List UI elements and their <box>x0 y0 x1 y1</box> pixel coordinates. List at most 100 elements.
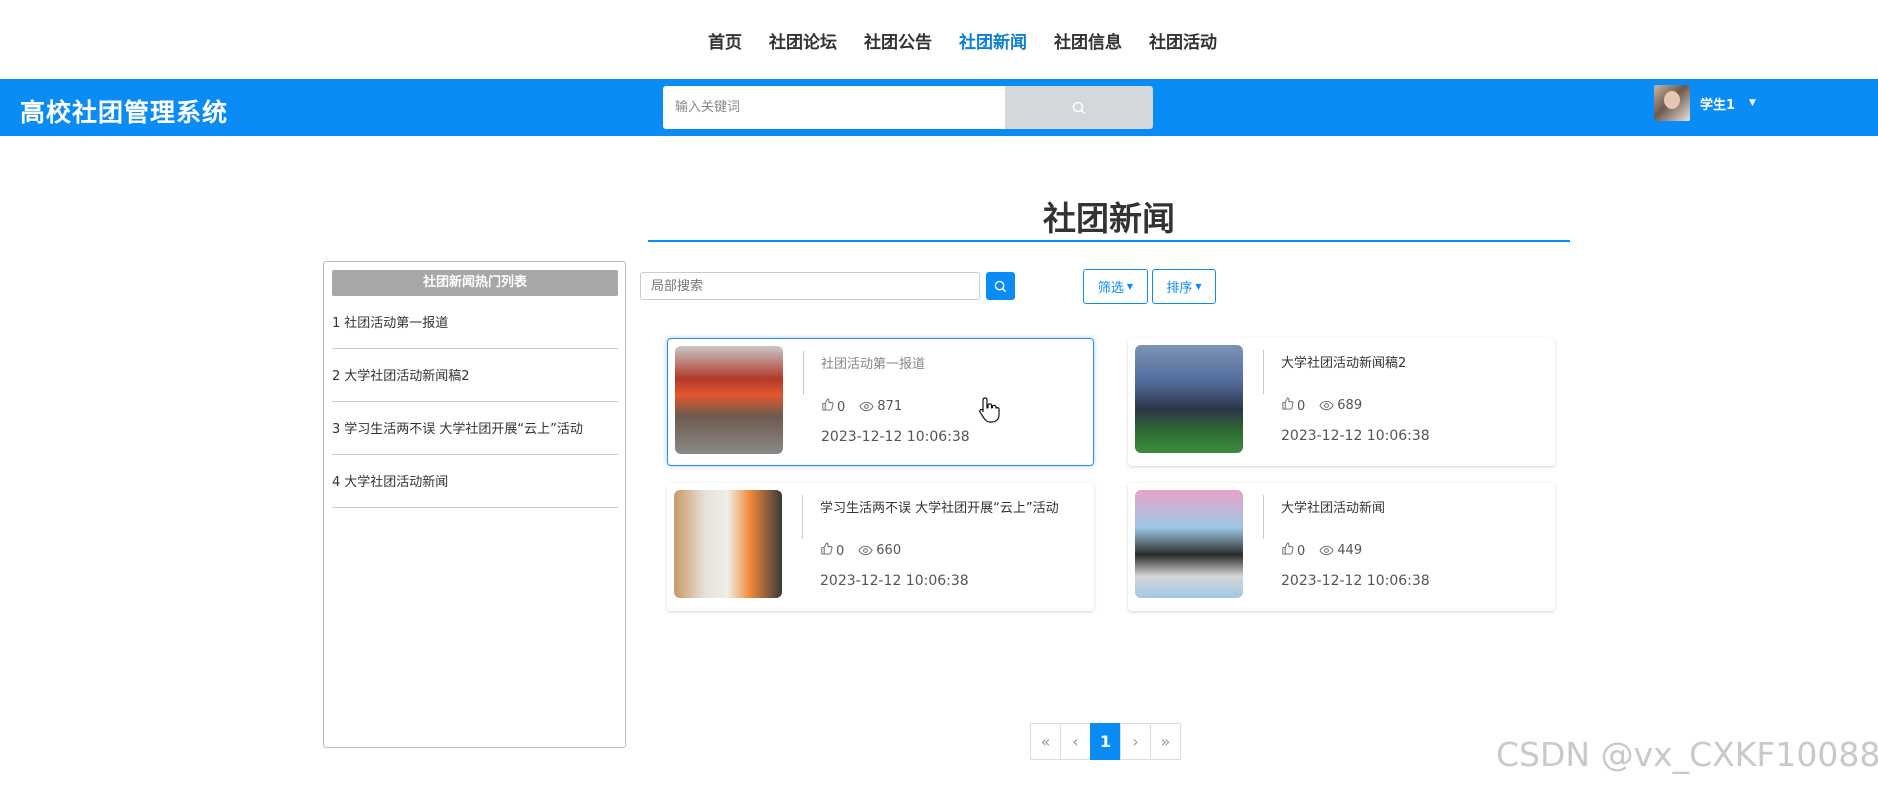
local-search-button[interactable] <box>986 272 1015 300</box>
like-count: 0 <box>1297 399 1306 414</box>
nav-item-news[interactable]: 社团新闻 <box>959 28 1027 53</box>
news-stats: 0 871 <box>821 398 902 415</box>
thumbs-up-icon <box>821 542 833 555</box>
like-count: 0 <box>836 544 845 559</box>
news-card[interactable]: 学习生活两不误 大学社团开展“云上”活动 0 660 2023-12-12 10… <box>667 483 1094 611</box>
hand-cursor-icon <box>979 397 1000 423</box>
nav-item-home[interactable]: 首页 <box>708 28 742 53</box>
views: 871 <box>859 399 902 414</box>
news-title[interactable]: 大学社团活动新闻 <box>1281 497 1385 516</box>
nav-item-club-info[interactable]: 社团信息 <box>1054 28 1122 53</box>
last-page-button[interactable]: » <box>1150 723 1181 760</box>
view-count: 689 <box>1337 398 1363 413</box>
title-underline <box>648 240 1570 242</box>
divider <box>1263 495 1264 539</box>
eye-icon <box>1319 545 1334 556</box>
likes[interactable]: 0 <box>1281 397 1305 414</box>
news-stats: 0 449 <box>1281 542 1362 559</box>
nav-item-announcements[interactable]: 社团公告 <box>864 28 932 53</box>
nav-item-forum[interactable]: 社团论坛 <box>769 28 837 53</box>
news-title[interactable]: 社团活动第一报道 <box>821 353 925 372</box>
thumbs-up-icon <box>822 398 834 411</box>
divider <box>1263 350 1264 394</box>
news-date: 2023-12-12 10:06:38 <box>820 573 969 589</box>
sort-dropdown[interactable]: 排序 ▼ <box>1152 269 1216 304</box>
news-title[interactable]: 大学社团活动新闻稿2 <box>1281 352 1406 371</box>
likes[interactable]: 0 <box>1281 542 1305 559</box>
filter-label: 筛选 <box>1097 281 1124 296</box>
search-icon <box>994 280 1007 292</box>
news-thumbnail[interactable] <box>675 346 783 454</box>
first-page-button[interactable]: « <box>1030 723 1061 760</box>
view-count: 871 <box>877 399 903 414</box>
list-item-number: 2 <box>332 369 341 384</box>
watermark: CSDN @vx_CXKF10088 <box>1496 735 1878 774</box>
top-navigation: 首页 社团论坛 社团公告 社团新闻 社团信息 社团活动 <box>0 0 1878 79</box>
thumbs-up-icon <box>1282 397 1294 410</box>
like-count: 0 <box>837 400 846 415</box>
eye-icon <box>858 545 873 556</box>
global-search-button[interactable] <box>1005 86 1153 129</box>
view-count: 449 <box>1337 543 1363 558</box>
list-item[interactable]: 2 大学社团活动新闻稿2 <box>332 349 618 402</box>
divider <box>802 495 803 539</box>
views: 660 <box>858 543 901 558</box>
divider <box>803 351 804 395</box>
news-date: 2023-12-12 10:06:38 <box>1281 428 1430 444</box>
caret-down-icon: ▼ <box>1126 282 1134 291</box>
thumbs-up-icon <box>1282 542 1294 555</box>
list-item-text: 大学社团活动新闻稿2 <box>344 369 470 384</box>
list-item[interactable]: 4 大学社团活动新闻 <box>332 455 618 508</box>
news-card[interactable]: 社团活动第一报道 0 871 2023-12-12 10:06:38 <box>667 338 1094 466</box>
local-search-input[interactable] <box>640 272 980 300</box>
site-brand[interactable]: 高校社团管理系统 <box>20 93 228 129</box>
news-title[interactable]: 学习生活两不误 大学社团开展“云上”活动 <box>820 497 1059 516</box>
filter-dropdown[interactable]: 筛选 ▼ <box>1083 269 1148 304</box>
list-item-text: 学习生活两不误 大学社团开展“云上”活动 <box>344 422 583 437</box>
avatar <box>1654 85 1690 121</box>
view-count: 660 <box>876 543 902 558</box>
nav-item-activities[interactable]: 社团活动 <box>1149 28 1217 53</box>
likes[interactable]: 0 <box>821 398 845 415</box>
next-page-button[interactable]: › <box>1120 723 1151 760</box>
news-card[interactable]: 大学社团活动新闻稿2 0 689 2023-12-12 10:06:38 <box>1128 338 1555 466</box>
prev-page-button[interactable]: ‹ <box>1060 723 1091 760</box>
news-stats: 0 689 <box>1281 397 1362 414</box>
page-title: 社团新闻 <box>1043 199 1175 238</box>
news-thumbnail[interactable] <box>674 490 782 598</box>
eye-icon <box>859 401 874 412</box>
hot-news-sidebar: 社团新闻热门列表 1 社团活动第一报道 2 大学社团活动新闻稿2 3 学习生活两不误 … <box>323 261 626 748</box>
user-name: 学生1 <box>1700 97 1736 113</box>
news-card[interactable]: 大学社团活动新闻 0 449 2023-12-12 10:06:38 <box>1128 483 1555 611</box>
list-item[interactable]: 1 社团活动第一报道 <box>332 296 618 349</box>
list-item-text: 社团活动第一报道 <box>344 316 449 331</box>
current-page-button[interactable]: 1 <box>1090 723 1121 760</box>
search-icon <box>1072 101 1086 114</box>
sidebar-heading: 社团新闻热门列表 <box>332 270 618 296</box>
list-item-text: 大学社团活动新闻 <box>344 475 449 490</box>
list-item-number: 4 <box>332 475 341 490</box>
news-date: 2023-12-12 10:06:38 <box>1281 573 1430 589</box>
eye-icon <box>1319 400 1334 411</box>
views: 689 <box>1319 398 1362 413</box>
list-item-number: 1 <box>332 316 341 331</box>
views: 449 <box>1319 543 1362 558</box>
list-item[interactable]: 3 学习生活两不误 大学社团开展“云上”活动 <box>332 402 618 455</box>
news-stats: 0 660 <box>820 542 901 559</box>
news-thumbnail[interactable] <box>1135 490 1243 598</box>
hot-news-list: 1 社团活动第一报道 2 大学社团活动新闻稿2 3 学习生活两不误 大学社团开展“云上… <box>332 296 618 508</box>
global-search <box>663 86 1153 129</box>
nav-links: 首页 社团论坛 社团公告 社团新闻 社团信息 社团活动 <box>708 28 1244 53</box>
news-thumbnail[interactable] <box>1135 345 1243 453</box>
pagination: « ‹ 1 › » <box>1030 723 1181 760</box>
like-count: 0 <box>1297 544 1306 559</box>
likes[interactable]: 0 <box>820 542 844 559</box>
sort-label: 排序 <box>1166 281 1193 296</box>
news-date: 2023-12-12 10:06:38 <box>821 429 970 445</box>
caret-down-icon: ▼ <box>1195 282 1202 291</box>
caret-down-icon: ▼ <box>1749 98 1756 108</box>
header-bar: 高校社团管理系统 学生1 ▼ <box>0 79 1878 136</box>
list-item-number: 3 <box>332 422 341 437</box>
global-search-input[interactable] <box>663 86 1005 129</box>
user-menu[interactable]: 学生1 ▼ <box>1654 85 1756 121</box>
